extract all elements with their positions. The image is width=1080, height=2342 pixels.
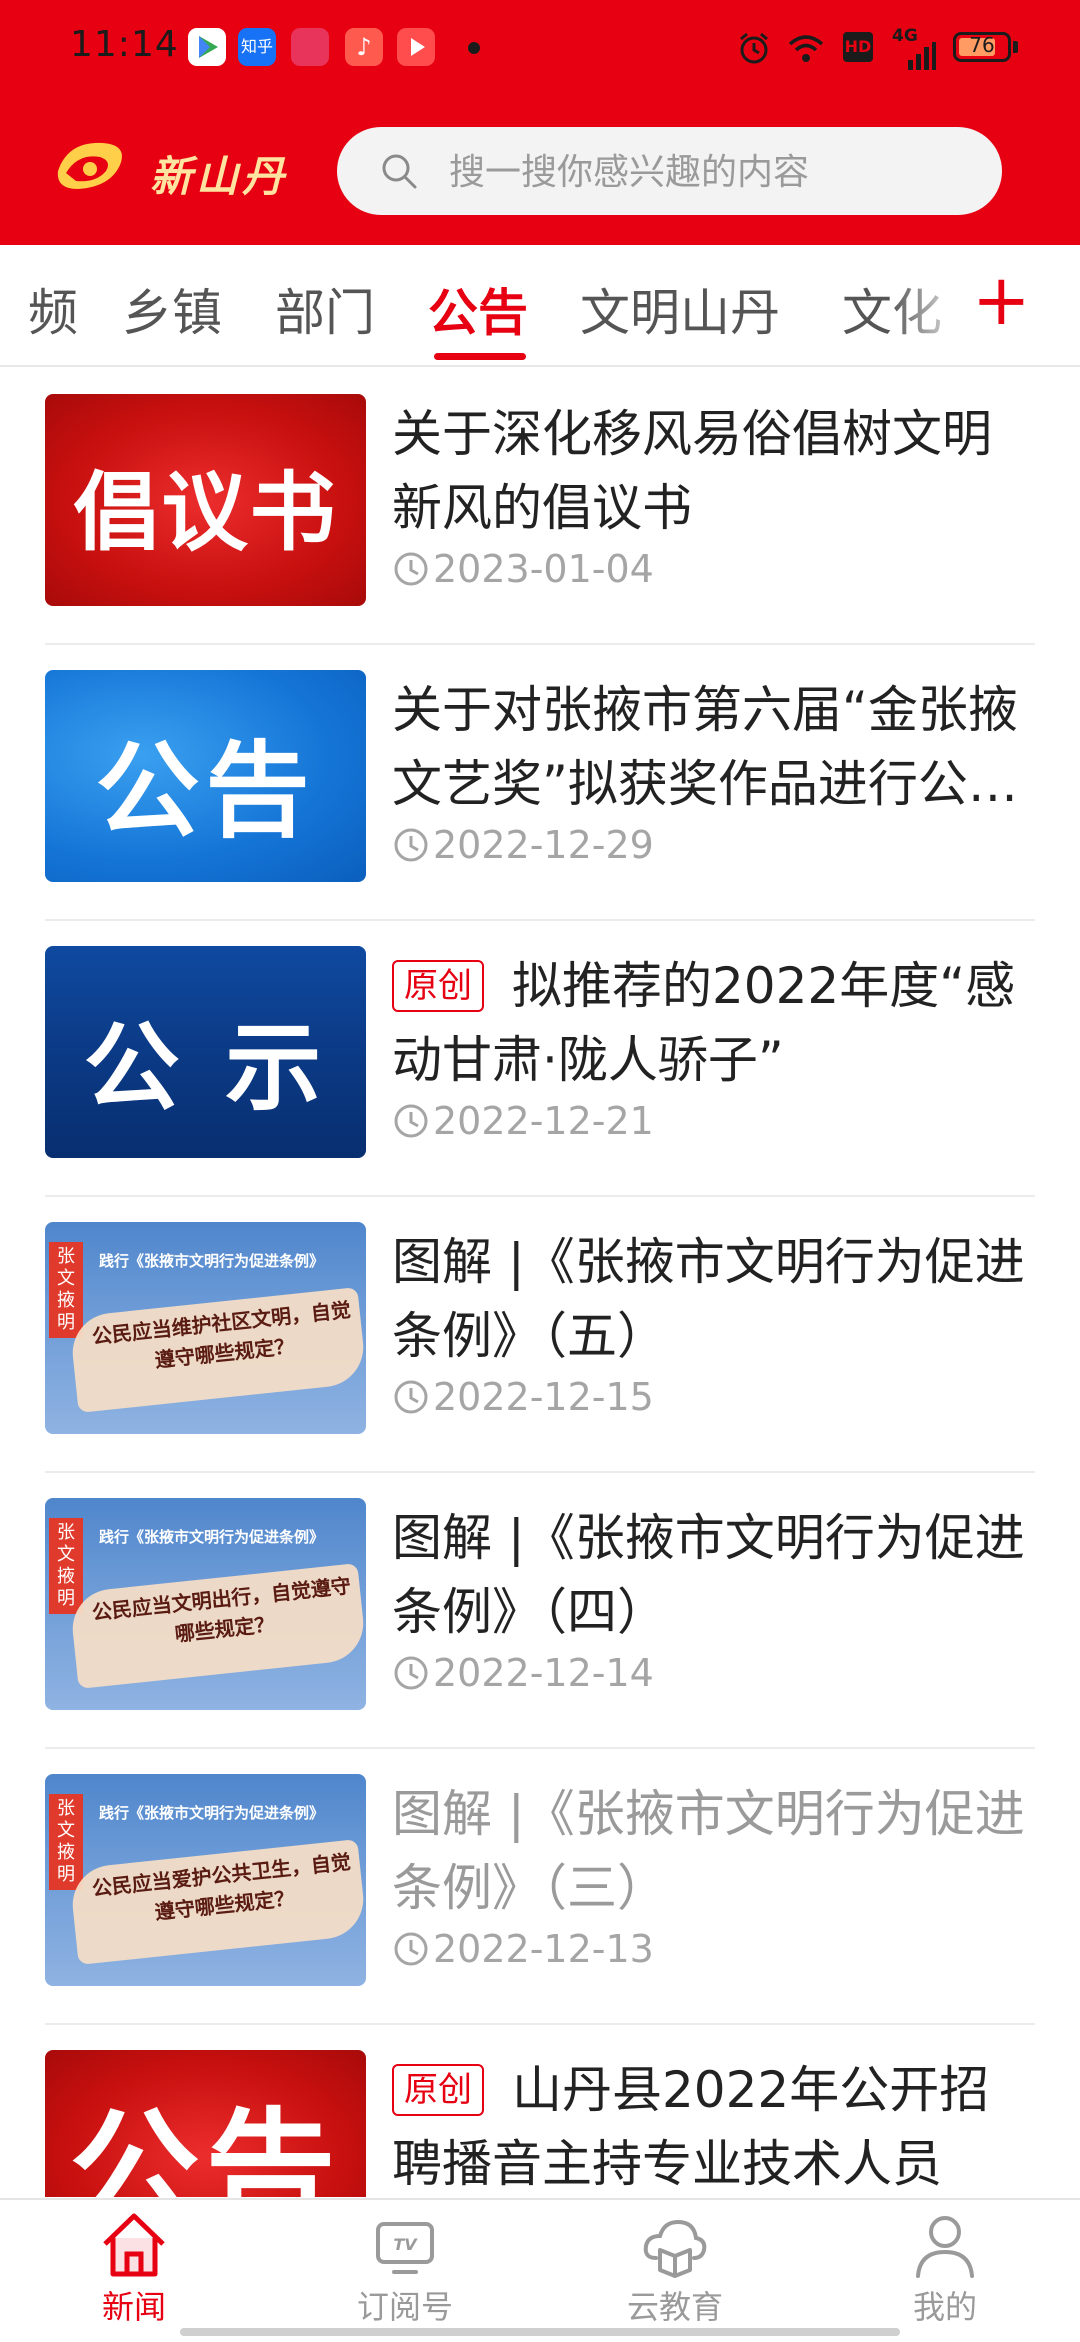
battery-level: 76 [969, 33, 995, 57]
logo-text: 新山丹 [150, 152, 289, 201]
music-icon: ♪ [345, 28, 383, 66]
status-time: 11:14 [70, 24, 179, 65]
tab-department[interactable]: 部门 [275, 273, 375, 345]
play-store-icon [188, 28, 226, 66]
tab-fade [890, 245, 970, 363]
bottom-navigation: 新闻 TV 订阅号 云教育 我的 [0, 2198, 1080, 2342]
news-title: 图解 |《张掖市文明行为促进条例》（三） [392, 1785, 1025, 1917]
tab-announcement[interactable]: 公告 [428, 273, 528, 345]
news-date: 2022-12-13 [393, 1927, 654, 1971]
thumbnail-caption: 践行《张掖市文明行为促进条例》 [99, 1804, 325, 1822]
news-thumbnail: 公告 [45, 670, 366, 882]
news-item[interactable]: 公告 关于对张掖市第六届“金张掖文艺奖”拟获奖作品进行公示的公告 2022-12… [45, 643, 1035, 921]
thumbnail-badge: 张文掖明 [49, 1242, 83, 1338]
cloud-book-icon [643, 2219, 707, 2278]
thumbnail-text: 公告 [69, 2095, 342, 2197]
news-thumbnail: 张文掖明 践行《张掖市文明行为促进条例》 公民应当爱护公共卫生，自觉遵守哪些规定… [45, 1774, 366, 1986]
home-icon [103, 2213, 165, 2277]
original-tag: 原创 [392, 960, 484, 1012]
home-indicator[interactable] [180, 2328, 900, 2336]
tab-civilized-shandan[interactable]: 文明山丹 [580, 273, 780, 345]
tab-township[interactable]: 乡镇 [122, 273, 222, 345]
news-title: 关于对张掖市第六届“金张掖文艺奖”拟获奖作品进行公示的公告 [392, 681, 1018, 813]
news-thumbnail: 张文掖明 践行《张掖市文明行为促进条例》 公民应当文明出行，自觉遵守哪些规定？ [45, 1498, 366, 1710]
nav-label: 我的 [912, 2288, 977, 2326]
news-thumbnail: 倡议书 [45, 394, 366, 606]
news-date-text: 2022-12-13 [433, 1927, 654, 1971]
search-bar[interactable] [337, 127, 1002, 215]
zhihu-icon: 知乎 [238, 28, 276, 66]
pinduoduo-icon [291, 28, 329, 66]
notification-dot [468, 42, 480, 54]
wifi-icon [788, 35, 824, 62]
clock-icon [394, 1380, 428, 1414]
thumbnail-text: 公告 [95, 730, 316, 852]
original-tag: 原创 [392, 2064, 484, 2116]
nav-subscriptions[interactable]: TV 订阅号 [315, 2208, 495, 2338]
news-date-text: 2022-12-29 [433, 823, 654, 867]
thumbnail-caption: 践行《张掖市文明行为促进条例》 [99, 1528, 325, 1546]
clock-icon [394, 1656, 428, 1690]
thumbnail-badge: 张文掖明 [49, 1518, 83, 1614]
clock-icon [394, 1104, 428, 1138]
battery-icon: 76 [953, 32, 1011, 62]
thumbnail-text: 倡议书 [73, 463, 338, 563]
channel-tabs: 频 乡镇 部门 公告 文明山丹 文化 + [0, 245, 1080, 367]
nav-news[interactable]: 新闻 [44, 2208, 224, 2338]
news-date: 2022-12-14 [393, 1651, 654, 1695]
news-date-text: 2023-01-04 [433, 547, 654, 591]
logo-swirl-icon [57, 142, 122, 189]
app-header: 11:14 知乎 ♪ HD 4G 76 新山丹 搜一搜你感兴趣的内容 [0, 0, 1080, 245]
alarm-icon [740, 32, 768, 64]
tv-icon: TV [376, 2222, 434, 2274]
thumbnail-badge: 张文掖明 [49, 1794, 83, 1890]
thumbnail-caption: 践行《张掖市文明行为促进条例》 [99, 1252, 325, 1270]
search-icon [382, 154, 417, 189]
nav-label: 云教育 [626, 2288, 723, 2326]
news-thumbnail: 张文掖明 践行《张掖市文明行为促进条例》 公民应当维护社区文明，自觉遵守哪些规定… [45, 1222, 366, 1434]
news-item[interactable]: 倡议书 关于深化移风易俗倡树文明新风的倡议书 2023-01-04 [45, 367, 1035, 645]
news-list: 倡议书 关于深化移风易俗倡树文明新风的倡议书 2023-01-04 公告 关于对… [0, 367, 1080, 2197]
app-logo[interactable]: 新山丹 [57, 135, 308, 207]
nav-cloud-education[interactable]: 云教育 [585, 2208, 765, 2338]
news-title: 图解 |《张掖市文明行为促进条例》（四） [392, 1509, 1025, 1641]
news-date: 2022-12-15 [393, 1375, 654, 1419]
news-item[interactable]: 张文掖明 践行《张掖市文明行为促进条例》 公民应当文明出行，自觉遵守哪些规定？ … [45, 1471, 1035, 1749]
news-item[interactable]: 张文掖明 践行《张掖市文明行为促进条例》 公民应当维护社区文明，自觉遵守哪些规定… [45, 1195, 1035, 1473]
nav-profile[interactable]: 我的 [855, 2208, 1035, 2338]
clock-icon [394, 828, 428, 862]
add-channel-button[interactable]: + [972, 260, 1031, 340]
search-input[interactable] [447, 145, 971, 199]
hd-badge: HD [843, 32, 873, 62]
news-title: 图解 |《张掖市文明行为促进条例》（五） [392, 1233, 1025, 1365]
video-icon [397, 28, 435, 66]
news-title-text: 拟推荐的2022年度“感动甘肃·陇人骄子” [392, 957, 1016, 1089]
clock-icon [394, 1932, 428, 1966]
active-tab-indicator [434, 353, 526, 360]
svg-text:TV: TV [393, 2235, 418, 2254]
nav-label: 新闻 [101, 2288, 166, 2326]
battery-tip [1013, 41, 1018, 53]
news-title: 原创 拟推荐的2022年度“感动甘肃·陇人骄子” [392, 949, 1032, 1097]
clock-icon [394, 552, 428, 586]
news-title: 关于深化移风易俗倡树文明新风的倡议书 [392, 405, 992, 537]
news-thumbnail: 公告 [45, 2050, 366, 2197]
news-date-text: 2022-12-21 [433, 1099, 654, 1143]
news-date: 2022-12-21 [393, 1099, 654, 1143]
news-date: 2022-12-29 [393, 823, 654, 867]
status-bar: 11:14 知乎 ♪ HD 4G 76 [0, 0, 1080, 95]
news-item[interactable]: 张文掖明 践行《张掖市文明行为促进条例》 公民应当爱护公共卫生，自觉遵守哪些规定… [45, 1747, 1035, 2025]
news-date-text: 2022-12-15 [433, 1375, 654, 1419]
tab-video[interactable]: 频 [28, 273, 78, 345]
news-item[interactable]: 公 示 原创 拟推荐的2022年度“感动甘肃·陇人骄子” 2022-12-21 [45, 919, 1035, 1197]
nav-label: 订阅号 [356, 2288, 453, 2326]
signal-icon [908, 42, 936, 70]
thumbnail-text: 公 示 [83, 1012, 328, 1124]
news-date: 2023-01-04 [393, 547, 654, 591]
news-item[interactable]: 公告 原创 山丹县2022年公开招聘播音主持专业技术人员 [45, 2023, 1035, 2197]
news-title: 原创 山丹县2022年公开招聘播音主持专业技术人员 [392, 2053, 1032, 2197]
person-icon [916, 2216, 974, 2278]
news-thumbnail: 公 示 [45, 946, 366, 1158]
news-date-text: 2022-12-14 [433, 1651, 654, 1695]
